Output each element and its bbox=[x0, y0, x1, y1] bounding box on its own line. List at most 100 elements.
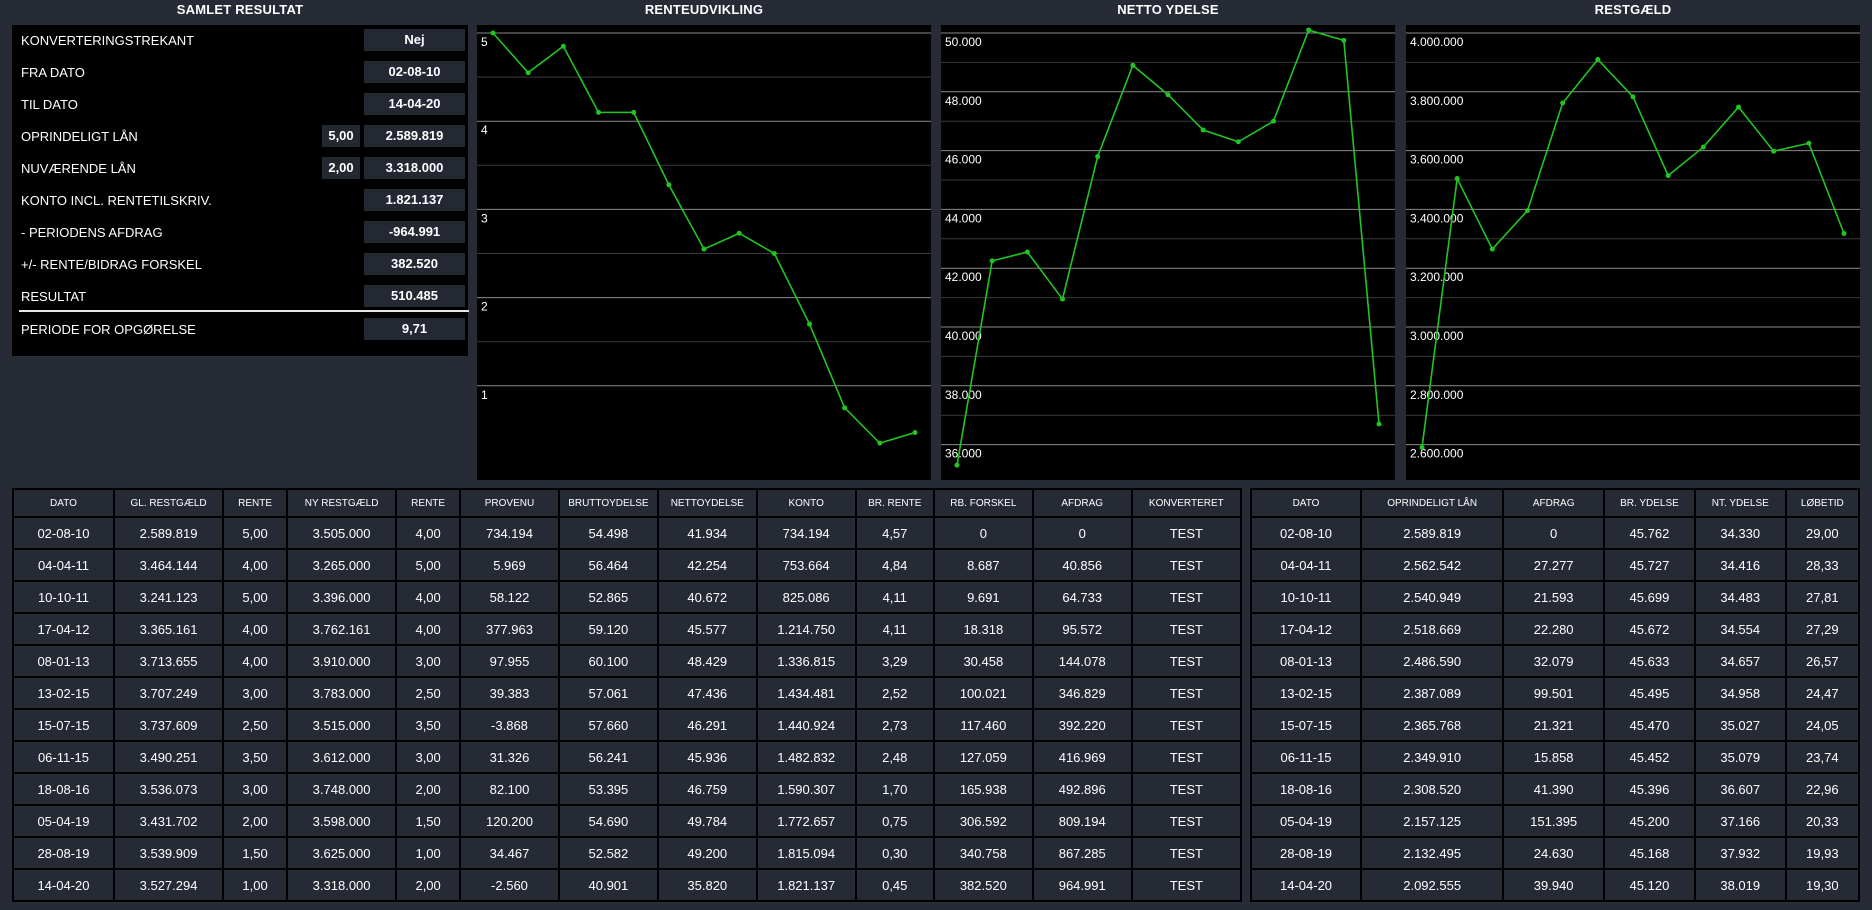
column-header: KONVERTERET bbox=[1132, 490, 1240, 516]
summary-row-resultat: RESULTAT 510.485 bbox=[12, 281, 468, 313]
table-cell: 20,33 bbox=[1786, 806, 1858, 836]
table-cell: 41.390 bbox=[1504, 774, 1604, 804]
y-tick-label: 4.000.000 bbox=[1410, 35, 1464, 49]
summary-value: 382.520 bbox=[364, 253, 465, 275]
table-cell: 24.630 bbox=[1504, 838, 1604, 868]
table-cell: 28-08-19 bbox=[14, 838, 113, 868]
data-point bbox=[1665, 173, 1671, 179]
table-cell: 3,00 bbox=[224, 678, 286, 708]
table-cell: 4,00 bbox=[224, 614, 286, 644]
table-cell: 734.194 bbox=[757, 518, 855, 548]
table-row: 04-04-11 3.464.144 4,00 3.265.000 5,00 5.969 5… bbox=[14, 550, 1240, 580]
y-tick-label: 2 bbox=[481, 300, 488, 314]
table-cell: 0 bbox=[1033, 518, 1131, 548]
y-tick-label: 2.600.000 bbox=[1410, 447, 1464, 461]
y-tick-label: 3.200.000 bbox=[1410, 270, 1464, 284]
table-cell: 3.515.000 bbox=[288, 710, 396, 740]
table-cell: 17-04-12 bbox=[1252, 614, 1361, 644]
table-cell: 48.429 bbox=[658, 646, 756, 676]
table-cell: 42.254 bbox=[658, 550, 756, 580]
table-cell: 45.762 bbox=[1605, 518, 1694, 548]
table-cell: 3,00 bbox=[224, 774, 286, 804]
data-point bbox=[1165, 92, 1171, 98]
netto-chart-title: NETTO YDELSE bbox=[1117, 2, 1219, 17]
table-cell: 53.395 bbox=[559, 774, 657, 804]
data-point bbox=[877, 440, 883, 446]
table-cell: 45.120 bbox=[1605, 870, 1694, 900]
table-cell: 99.501 bbox=[1504, 678, 1604, 708]
summary-rate: 5,00 bbox=[322, 125, 360, 147]
result-divider bbox=[19, 310, 469, 312]
data-point bbox=[1200, 127, 1206, 133]
table-cell: 27,29 bbox=[1786, 614, 1858, 644]
table-cell: TEST bbox=[1132, 518, 1240, 548]
summary-value: 510.485 bbox=[364, 285, 465, 307]
table-cell: 60.100 bbox=[559, 646, 657, 676]
table-row: 18-08-16 3.536.073 3,00 3.748.000 2,00 82.100… bbox=[14, 774, 1240, 804]
table-cell: 753.664 bbox=[757, 550, 855, 580]
table-cell: 3.431.702 bbox=[114, 806, 223, 836]
table-cell: 964.991 bbox=[1033, 870, 1131, 900]
summary-value: 9,71 bbox=[364, 318, 465, 340]
column-header: NT. YDELSE bbox=[1695, 490, 1785, 516]
data-point bbox=[525, 70, 531, 76]
table-cell: 34.554 bbox=[1695, 614, 1785, 644]
data-point bbox=[842, 405, 848, 411]
conversion-table: DATO GL. RESTGÆLD RENTE NY RESTGÆLD RENTE PRO… bbox=[12, 488, 1242, 902]
table-cell: 35.820 bbox=[658, 870, 756, 900]
table-row: 13-02-15 3.707.249 3,00 3.783.000 2,50 39.383… bbox=[14, 678, 1240, 708]
table-cell: 117.460 bbox=[934, 710, 1032, 740]
summary-row-konto: KONTO INCL. RENTETILSKRIV. 1.821.137 bbox=[12, 185, 468, 217]
summary-panel: KONVERTERINGSTREKANT Nej FRA DATO 02-08-… bbox=[12, 25, 469, 356]
summary-row-afdrag: - PERIODENS AFDRAG -964.991 bbox=[12, 217, 468, 249]
table-cell: 37.932 bbox=[1695, 838, 1785, 868]
table-cell: 3.490.251 bbox=[114, 742, 223, 772]
table-cell: 151.395 bbox=[1504, 806, 1604, 836]
table-cell: 3.737.609 bbox=[114, 710, 223, 740]
table-cell: 21.321 bbox=[1504, 710, 1604, 740]
table-cell: 0,75 bbox=[856, 806, 933, 836]
summary-value: 2.589.819 bbox=[364, 125, 465, 147]
table-row: 17-04-12 2.518.669 22.280 45.672 34.554 27,29 bbox=[1252, 614, 1858, 644]
summary-row-konverteringstrekant: KONVERTERINGSTREKANT Nej bbox=[12, 25, 468, 57]
y-tick-label: 2.800.000 bbox=[1410, 388, 1464, 402]
table-cell: 1,50 bbox=[224, 838, 286, 868]
table-cell: 3.612.000 bbox=[288, 742, 396, 772]
table-cell: 57.660 bbox=[559, 710, 657, 740]
data-point bbox=[1235, 139, 1241, 145]
summary-title: SAMLET RESULTAT bbox=[176, 2, 304, 17]
table-cell: 1.336.815 bbox=[757, 646, 855, 676]
table-cell: 41.934 bbox=[658, 518, 756, 548]
table-cell: 24,47 bbox=[1786, 678, 1858, 708]
table-cell: 3.539.909 bbox=[114, 838, 223, 868]
y-tick-label: 42.000 bbox=[945, 270, 982, 284]
summary-value: Nej bbox=[364, 29, 465, 51]
table-cell: 45.699 bbox=[1605, 582, 1694, 612]
data-point bbox=[1095, 153, 1101, 159]
table-cell: 45.727 bbox=[1605, 550, 1694, 580]
table-row: 18-08-16 2.308.520 41.390 45.396 36.607 22,96 bbox=[1252, 774, 1858, 804]
table-cell: 0,30 bbox=[856, 838, 933, 868]
table-cell: 2.349.910 bbox=[1362, 742, 1503, 772]
table-row: 06-11-15 2.349.910 15.858 45.452 35.079 23,74 bbox=[1252, 742, 1858, 772]
table-cell: 1,00 bbox=[224, 870, 286, 900]
table-cell: 31.326 bbox=[461, 742, 558, 772]
table-cell: 144.078 bbox=[1033, 646, 1131, 676]
table-cell: 1,00 bbox=[397, 838, 460, 868]
table-cell: 15-07-15 bbox=[1252, 710, 1361, 740]
summary-rate: 2,00 bbox=[322, 157, 360, 179]
table-cell: 3,00 bbox=[397, 742, 460, 772]
table-cell: 3.241.123 bbox=[114, 582, 223, 612]
table-cell: 5,00 bbox=[224, 518, 286, 548]
data-point bbox=[1595, 56, 1601, 62]
table-cell: 15.858 bbox=[1504, 742, 1604, 772]
table-cell: 3.318.000 bbox=[288, 870, 396, 900]
column-header: AFDRAG bbox=[1504, 490, 1604, 516]
table-cell: 18-08-16 bbox=[1252, 774, 1361, 804]
table-cell: 18.318 bbox=[934, 614, 1032, 644]
data-point bbox=[631, 109, 637, 115]
table-cell: 4,11 bbox=[856, 582, 933, 612]
summary-value: 02-08-10 bbox=[364, 61, 465, 83]
summary-value: 3.318.000 bbox=[364, 157, 465, 179]
summary-row-rente-forskel: +/- RENTE/BIDRAG FORSKEL 382.520 bbox=[12, 249, 468, 281]
